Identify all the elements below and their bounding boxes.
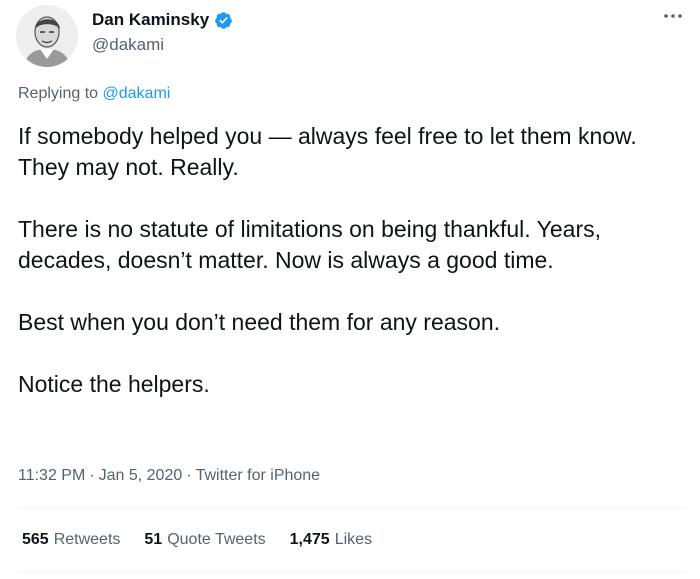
- tweet-source: Twitter for iPhone: [195, 467, 321, 484]
- quote-tweets-count: 51: [144, 531, 163, 548]
- tweet-paragraph: Best when you don’t need them for any re…: [18, 309, 501, 335]
- likes-count: 1,475: [289, 531, 330, 548]
- retweets-count: 565: [22, 531, 49, 548]
- divider: [18, 571, 686, 572]
- meta-separator: ·: [186, 467, 192, 484]
- more-horizontal-icon: [664, 14, 682, 18]
- avatar[interactable]: [16, 5, 78, 67]
- tweet-paragraph: If somebody helped you — always feel fre…: [18, 123, 637, 180]
- tweet-paragraph: Notice the helpers.: [18, 371, 210, 397]
- quote-tweets-label: Quote Tweets: [167, 531, 266, 548]
- tweet-paragraph: There is no statute of limitations on be…: [18, 216, 602, 273]
- more-options-button[interactable]: [660, 6, 686, 26]
- retweets-stat[interactable]: 565 Retweets: [22, 530, 120, 550]
- tweet-time[interactable]: 11:32 PM: [18, 466, 85, 486]
- quote-tweets-stat[interactable]: 51 Quote Tweets: [144, 530, 265, 550]
- likes-stat[interactable]: 1,475 Likes: [290, 530, 372, 550]
- likes-label: Likes: [334, 531, 373, 548]
- tweet-date[interactable]: Jan 5, 2020: [99, 466, 183, 486]
- author-block: Dan Kaminsky @dakami: [92, 9, 233, 56]
- meta-separator: ·: [89, 467, 95, 484]
- verified-badge-icon: [214, 11, 233, 30]
- author-name-row: Dan Kaminsky: [92, 9, 233, 31]
- reply-mention-link[interactable]: @dakami: [103, 85, 171, 102]
- divider: [18, 507, 686, 508]
- tweet-stats: 565 Retweets 51 Quote Tweets 1,475 Likes: [22, 530, 372, 550]
- retweets-label: Retweets: [53, 531, 121, 548]
- reply-prefix: Replying to: [18, 85, 99, 102]
- tweet-text: If somebody helped you — always feel fre…: [18, 121, 683, 400]
- tweet-meta: 11:32 PM · Jan 5, 2020 · Twitter for iPh…: [18, 466, 320, 486]
- author-handle[interactable]: @dakami: [92, 34, 233, 56]
- avatar-portrait-icon: [16, 5, 78, 67]
- author-display-name[interactable]: Dan Kaminsky: [92, 9, 209, 31]
- reply-context: Replying to @dakami: [18, 84, 170, 104]
